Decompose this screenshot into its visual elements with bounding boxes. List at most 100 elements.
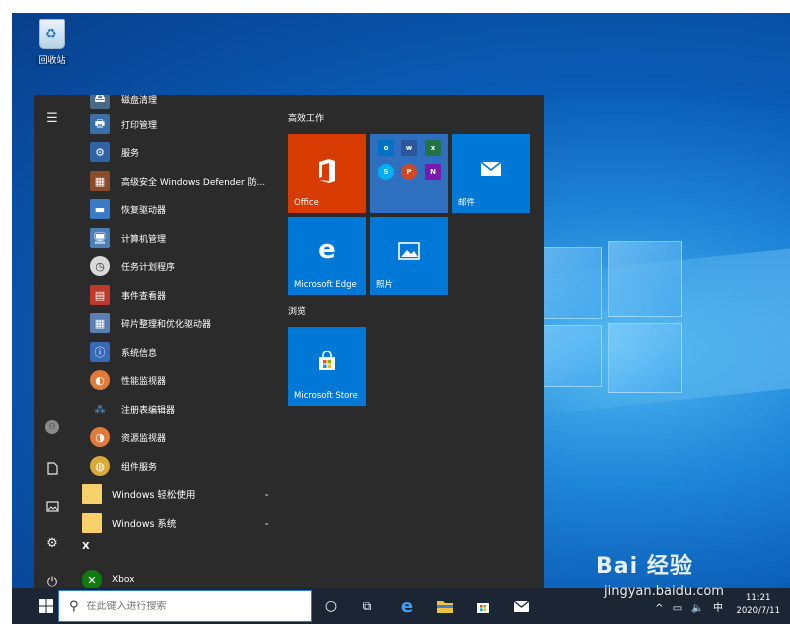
list-item[interactable]: ⁂ 注册表编辑器 bbox=[70, 395, 270, 423]
tile-group-title: 浏览 bbox=[288, 307, 307, 317]
folder-windows-system[interactable]: Windows 系统 ⌄ bbox=[70, 509, 270, 537]
resource-monitor-icon: ◑ bbox=[90, 427, 110, 447]
list-item[interactable]: 🖶 打印管理 bbox=[70, 110, 270, 138]
app-list: 🖴 磁盘清理 🖶 打印管理 ⚙ 服务 ▦ 高级安全 Windows Defend… bbox=[70, 95, 270, 599]
folder-icon bbox=[82, 513, 102, 533]
list-item[interactable]: ▤ 事件查看器 bbox=[70, 281, 270, 309]
list-item[interactable]: ◍ 组件服务 bbox=[70, 452, 270, 480]
tile-office-apps-folder[interactable]: o w x S P N bbox=[370, 134, 448, 213]
services-gear-icon: ⚙ bbox=[90, 142, 110, 162]
tile-label: Office bbox=[294, 198, 319, 208]
app-label: 磁盘清理 bbox=[121, 95, 158, 106]
folder-label: Windows 轻松使用 bbox=[112, 490, 196, 501]
search-box[interactable]: ⚲ bbox=[58, 590, 312, 622]
photos-icon bbox=[370, 241, 448, 266]
edge-taskbar-icon[interactable]: e bbox=[390, 588, 424, 624]
registry-editor-icon: ⁂ bbox=[90, 399, 110, 419]
watermark-sub: jingyan.baidu.com bbox=[604, 584, 724, 599]
desktop: 回收站 ☰ ⚇ ⚙ ⏻ 🖴 磁盘清理 🖶 打印管理 ⚙ bbox=[12, 13, 790, 624]
list-item[interactable]: ⚙ 服务 bbox=[70, 138, 270, 166]
task-scheduler-icon: ◷ bbox=[90, 256, 110, 276]
computer-management-icon: 🖥 bbox=[90, 228, 110, 248]
network-icon[interactable]: ▭ bbox=[673, 603, 685, 614]
folder-icon bbox=[82, 484, 102, 504]
app-label: 组件服务 bbox=[121, 462, 158, 473]
tile-microsoft-store[interactable]: Microsoft Store bbox=[288, 327, 366, 406]
app-label: 事件查看器 bbox=[121, 291, 167, 302]
tile-area: 高效工作 Office o w x S P N 邮件 e Microsoft E… bbox=[288, 95, 544, 599]
tile-office[interactable]: Office bbox=[288, 134, 366, 213]
clock-date: 2020/7/11 bbox=[736, 606, 780, 616]
user-icon[interactable]: ⚇ bbox=[34, 410, 70, 444]
store-taskbar-icon[interactable] bbox=[466, 588, 500, 624]
ime-indicator[interactable]: 中 bbox=[713, 603, 726, 614]
start-rail: ☰ ⚇ ⚙ ⏻ bbox=[34, 95, 70, 599]
app-label: 高级安全 Windows Defender 防... bbox=[121, 177, 266, 188]
print-management-icon: 🖶 bbox=[90, 114, 110, 134]
windows-logo-icon bbox=[39, 599, 53, 613]
chevron-down-icon: ⌄ bbox=[263, 489, 270, 498]
chevron-up-icon[interactable]: ^ bbox=[655, 603, 666, 614]
mail-taskbar-icon[interactable] bbox=[504, 588, 538, 624]
app-label: 服务 bbox=[121, 148, 140, 159]
tile-mail[interactable]: 邮件 bbox=[452, 134, 530, 213]
list-item[interactable]: ▦ 高级安全 Windows Defender 防... bbox=[70, 167, 270, 195]
volume-icon[interactable]: 🔈 bbox=[691, 603, 706, 614]
powerpoint-icon: P bbox=[401, 164, 417, 180]
app-label: 性能监视器 bbox=[121, 376, 167, 387]
menu-icon[interactable]: ☰ bbox=[34, 101, 70, 135]
disk-cleanup-icon: 🖴 bbox=[90, 95, 110, 109]
list-item[interactable]: ▬ 恢复驱动器 bbox=[70, 195, 270, 223]
office-icon bbox=[288, 158, 366, 190]
mail-icon bbox=[452, 158, 530, 183]
component-services-icon: ◍ bbox=[90, 456, 110, 476]
app-label: 任务计划程序 bbox=[121, 262, 176, 273]
tile-microsoft-edge[interactable]: e Microsoft Edge bbox=[288, 217, 366, 295]
file-explorer-icon[interactable] bbox=[428, 588, 462, 624]
search-input[interactable] bbox=[86, 600, 287, 612]
tray-icons[interactable]: ^ ▭ 🔈 中 bbox=[655, 599, 726, 614]
clock-time: 11:21 bbox=[745, 593, 771, 603]
tile-label: Microsoft Store bbox=[294, 391, 358, 401]
recycle-bin-label: 回收站 bbox=[36, 56, 68, 66]
document-icon[interactable] bbox=[34, 451, 70, 485]
tile-group-title: 高效工作 bbox=[288, 114, 325, 124]
event-viewer-icon: ▤ bbox=[90, 285, 110, 305]
tile-label: Microsoft Edge bbox=[294, 280, 357, 290]
recycle-bin-shortcut[interactable]: 回收站 bbox=[30, 19, 74, 66]
list-item[interactable]: ◐ 性能监视器 bbox=[70, 366, 270, 394]
clock[interactable]: 11:21 2020/7/11 bbox=[736, 592, 780, 618]
baidu-watermark: Bai 经验 jingyan.baidu.com bbox=[596, 548, 724, 599]
search-icon: ⚲ bbox=[69, 598, 79, 614]
app-label: 计算机管理 bbox=[121, 234, 167, 245]
recycle-bin-icon bbox=[39, 19, 65, 49]
chevron-down-icon: ⌄ bbox=[263, 518, 270, 527]
app-label: 打印管理 bbox=[121, 120, 158, 131]
list-item[interactable]: ◷ 任务计划程序 bbox=[70, 252, 270, 280]
list-item[interactable]: ⓘ 系统信息 bbox=[70, 338, 270, 366]
folder-windows-ease-of-access[interactable]: Windows 轻松使用 ⌄ bbox=[70, 480, 270, 508]
recovery-drive-icon: ▬ bbox=[90, 199, 110, 219]
app-label: 系统信息 bbox=[121, 348, 158, 359]
list-item[interactable]: 🖥 计算机管理 bbox=[70, 224, 270, 252]
firewall-icon: ▦ bbox=[90, 171, 110, 191]
performance-monitor-icon: ◐ bbox=[90, 370, 110, 390]
list-item[interactable]: ◑ 资源监视器 bbox=[70, 423, 270, 451]
start-menu: ☰ ⚇ ⚙ ⏻ 🖴 磁盘清理 🖶 打印管理 ⚙ 服务 ▦ 高级安全 Window… bbox=[34, 95, 544, 599]
gear-icon[interactable]: ⚙ bbox=[34, 526, 70, 560]
store-icon bbox=[288, 350, 366, 377]
app-label: 碎片整理和优化驱动器 bbox=[121, 319, 212, 330]
app-label: 注册表编辑器 bbox=[121, 405, 176, 416]
outlook-icon: o bbox=[378, 140, 394, 156]
tile-photos[interactable]: 照片 bbox=[370, 217, 448, 295]
task-view-button[interactable]: ⧉ bbox=[350, 588, 384, 624]
folder-label: Windows 系统 bbox=[112, 519, 177, 530]
list-item[interactable]: ▦ 碎片整理和优化驱动器 bbox=[70, 309, 270, 337]
wallpaper-windows-logo bbox=[532, 241, 682, 393]
cortana-button[interactable]: ○ bbox=[314, 588, 348, 624]
pictures-icon[interactable] bbox=[34, 489, 70, 523]
section-letter[interactable]: X bbox=[82, 541, 90, 552]
system-info-icon: ⓘ bbox=[90, 342, 110, 362]
app-label: 资源监视器 bbox=[121, 433, 167, 444]
app-label: Xbox bbox=[112, 575, 135, 585]
